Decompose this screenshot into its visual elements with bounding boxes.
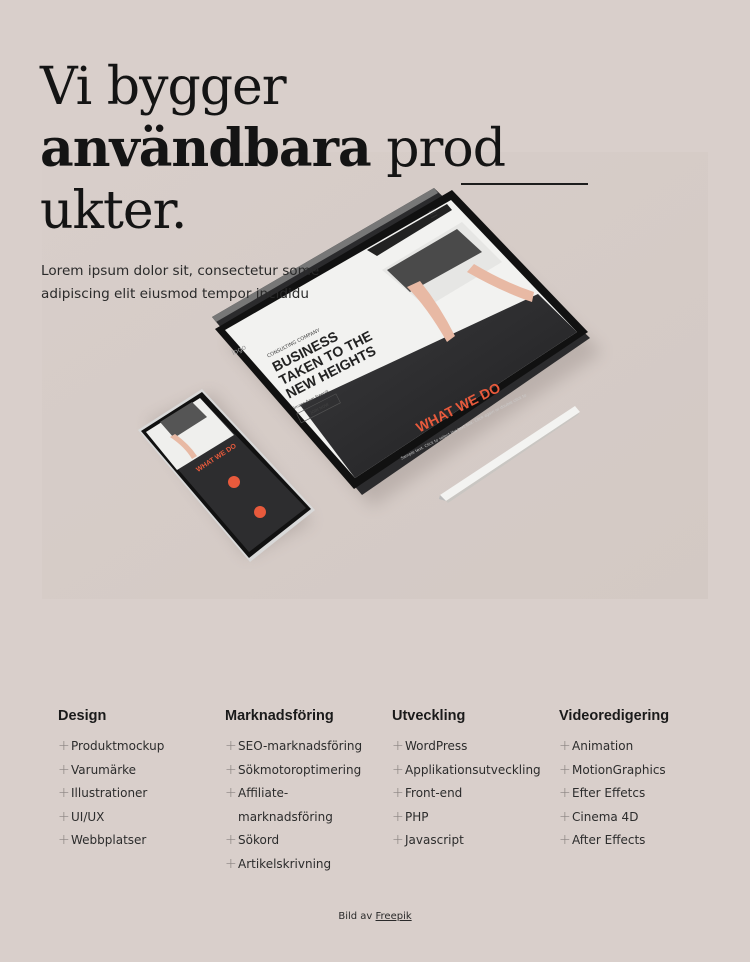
- list-item: + Animation: [559, 735, 726, 759]
- plus-icon: +: [392, 808, 404, 825]
- freepik-link[interactable]: Freepik: [376, 911, 412, 922]
- services-section: Design + Produktmockup + Varumärke + Illust…: [58, 705, 726, 876]
- service-label: MotionGraphics: [572, 762, 666, 777]
- plus-icon: +: [392, 785, 404, 801]
- service-label: Varumärke: [71, 762, 137, 777]
- service-list: + Produktmockup + Varumärke + Illustratione…: [58, 735, 225, 853]
- service-label: After Effects: [572, 833, 646, 847]
- service-column-marketing: Marknadsföring + SEO-marknadsföring + Sökm…: [225, 705, 392, 876]
- service-list: + Animation + MotionGraphics + Efter Effetc…: [559, 735, 726, 853]
- plus-icon: +: [559, 785, 571, 801]
- service-label: Javascript: [405, 833, 464, 847]
- headline-line-1: Vi bygger: [40, 57, 287, 117]
- list-item: + PHP: [392, 806, 559, 830]
- image-credit: Bild av Freepik: [0, 911, 750, 922]
- service-label: PHP: [405, 809, 429, 824]
- list-item: + After Effects: [559, 829, 726, 853]
- plus-icon: +: [58, 832, 70, 848]
- phone-icon-1: [228, 476, 240, 488]
- list-item: + Webbplatser: [58, 829, 225, 853]
- service-label: WordPress: [405, 739, 468, 753]
- service-column-development: Utveckling + WordPress + Applikationsutvec…: [392, 705, 559, 876]
- service-label: SEO-marknadsföring: [238, 739, 363, 753]
- intro-text: Lorem ipsum dolor sit, consectetur some …: [41, 263, 320, 302]
- service-label: Front-end: [405, 786, 463, 800]
- headline-bold-word: användbara: [40, 118, 372, 179]
- service-column-design: Design + Produktmockup + Varumärke + Illust…: [58, 705, 225, 876]
- service-label: Animation: [572, 739, 634, 753]
- phone-icon-2: [254, 506, 266, 518]
- plus-icon: +: [58, 761, 70, 778]
- service-title: Marknadsföring: [225, 708, 334, 724]
- service-label: Affiliate-marknadsföring: [238, 786, 333, 824]
- service-label: Efter Effetcs: [572, 786, 646, 800]
- list-item: + Javascript: [392, 829, 559, 853]
- plus-icon: +: [559, 738, 571, 754]
- service-label: Cinema 4D: [572, 809, 639, 824]
- plus-icon: +: [392, 738, 404, 754]
- plus-icon: +: [559, 761, 571, 778]
- headline-line-3: ukter.: [40, 181, 187, 241]
- list-item: + Artikelskrivning: [225, 853, 392, 877]
- plus-icon: +: [58, 808, 70, 825]
- list-item: + UI/UX: [58, 806, 225, 830]
- service-title: Design: [58, 708, 107, 724]
- service-label: Sökord: [238, 833, 280, 847]
- service-label: Applikationsutveckling: [405, 762, 541, 777]
- list-item: + Cinema 4D: [559, 806, 726, 830]
- list-item: + SEO-marknadsföring: [225, 735, 392, 759]
- page-headline: Vi bygger användbara prod ukter.: [40, 56, 600, 242]
- plus-icon: +: [559, 832, 571, 848]
- service-list: + WordPress + Applikationsutveckling + Fron…: [392, 735, 559, 853]
- plus-icon: +: [58, 738, 70, 754]
- plus-icon: +: [225, 785, 237, 801]
- plus-icon: +: [392, 761, 404, 778]
- list-item: + Sökord: [225, 829, 392, 853]
- plus-icon: +: [225, 832, 237, 848]
- plus-icon: +: [225, 761, 237, 778]
- plus-icon: +: [58, 785, 70, 801]
- list-item: + Efter Effetcs: [559, 782, 726, 806]
- list-item: + Applikationsutveckling: [392, 759, 559, 783]
- plus-icon: +: [559, 808, 571, 825]
- list-item: + Illustrationer: [58, 782, 225, 806]
- service-label: Webbplatser: [71, 833, 147, 847]
- list-item: + Affiliate-marknadsföring: [225, 782, 392, 829]
- service-label: Sökmotoroptimering: [238, 762, 362, 777]
- service-label: Artikelskrivning: [238, 856, 332, 871]
- list-item: + WordPress: [392, 735, 559, 759]
- plus-icon: +: [225, 855, 237, 872]
- service-list: + SEO-marknadsföring + Sökmotoroptimering …: [225, 735, 392, 876]
- service-label: UI/UX: [71, 809, 105, 824]
- service-label: Produktmockup: [71, 739, 165, 753]
- list-item: + Varumärke: [58, 759, 225, 783]
- plus-icon: +: [392, 832, 404, 848]
- service-title: Videoredigering: [559, 708, 670, 724]
- plus-icon: +: [225, 738, 237, 754]
- credit-prefix: Bild av: [338, 911, 376, 922]
- headline-divider: [461, 183, 588, 185]
- list-item: + MotionGraphics: [559, 759, 726, 783]
- headline-line-2-rest: prod: [370, 119, 506, 179]
- list-item: + Front-end: [392, 782, 559, 806]
- service-column-video: Videoredigering + Animation + MotionGraphi…: [559, 705, 726, 876]
- list-item: + Produktmockup: [58, 735, 225, 759]
- service-title: Utveckling: [392, 708, 466, 724]
- list-item: + Sökmotoroptimering: [225, 759, 392, 783]
- service-label: Illustrationer: [71, 786, 148, 800]
